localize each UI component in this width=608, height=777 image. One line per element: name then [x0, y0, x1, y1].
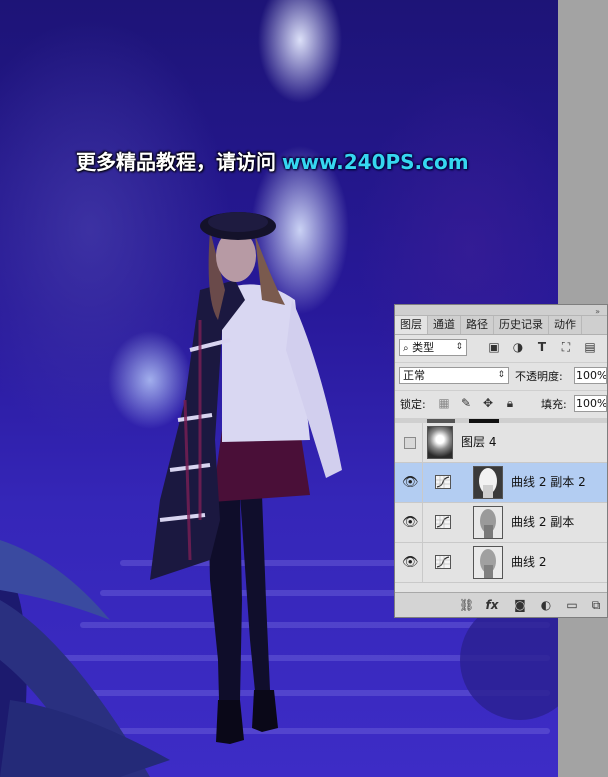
layer-mask-thumbnail[interactable] [473, 466, 503, 499]
layer-row-curves-copy2[interactable]: 👁︎ 曲线 2 副本 2 [395, 463, 607, 503]
lock-all-icon[interactable]: 🔒︎ [503, 396, 517, 410]
hidden-visibility-box [404, 437, 416, 449]
watermark-url: www.240PS.com [282, 150, 469, 174]
lock-row: 锁定: ▦ ✎ ✥ 🔒︎ 填充: 100% [395, 391, 607, 419]
new-layer-icon[interactable]: ⧉ [589, 598, 603, 612]
layer-name[interactable]: 曲线 2 副本 [511, 503, 574, 542]
search-icon: ⌕ [403, 343, 409, 354]
tab-history[interactable]: 历史记录 [494, 316, 549, 334]
fill-label: 填充: [541, 398, 567, 411]
tab-actions[interactable]: 动作 [549, 316, 582, 334]
eye-icon: 👁︎ [402, 555, 419, 570]
panel-tabs: 图层 通道 路径 历史记录 动作 [395, 316, 607, 335]
lock-brush-icon[interactable]: ✎ [459, 396, 473, 410]
shape-filter-icon[interactable]: ⛶ [559, 340, 573, 354]
filter-row: ⌕ 类型 ⇕ ▣ ◑ T ⛶ ▤ [395, 335, 607, 363]
link-icon[interactable]: ⛓ [459, 598, 474, 612]
curves-adjustment-icon [435, 475, 451, 489]
blend-row: 正常 ⇕ 不透明度: 100% [395, 363, 607, 391]
layer-thumbnail [427, 426, 453, 459]
updown-icon: ⇕ [455, 342, 463, 352]
eye-icon: 👁︎ [402, 515, 419, 530]
layer-name[interactable]: 曲线 2 [511, 543, 546, 582]
blend-mode-select[interactable]: 正常 ⇕ [399, 367, 509, 384]
folder-icon[interactable]: ▭ [565, 598, 579, 612]
mask-icon[interactable]: ◙ [513, 598, 527, 612]
adjustment-icon[interactable]: ◐ [539, 598, 553, 612]
layer-mask-thumbnail[interactable] [473, 546, 503, 579]
screenshot: 更多精品教程，请访问 www.240PS.com » 图层 通道 路径 历史记录 … [0, 0, 608, 777]
tab-channels[interactable]: 通道 [428, 316, 461, 334]
layer-row-curves-copy[interactable]: 👁︎ 曲线 2 副本 [395, 503, 607, 543]
lock-move-icon[interactable]: ✥ [481, 396, 495, 410]
layer-name[interactable]: 曲线 2 副本 2 [511, 463, 586, 502]
watermark-text: 更多精品教程，请访问 [76, 150, 276, 174]
lock-transparent-icon[interactable]: ▦ [437, 396, 451, 410]
image-filter-icon[interactable]: ▣ [487, 340, 501, 354]
layer-row-curves2[interactable]: 👁︎ 曲线 2 [395, 543, 607, 583]
visibility-toggle[interactable]: 👁︎ [395, 543, 423, 582]
visibility-toggle[interactable]: 👁︎ [395, 463, 423, 502]
layer-name[interactable]: 图层 4 [461, 423, 496, 462]
layers-panel: » 图层 通道 路径 历史记录 动作 ⌕ 类型 ⇕ ▣ ◑ T ⛶ ▤ 正常 ⇕ [394, 304, 608, 618]
layer-row-layer4[interactable]: 图层 4 [395, 423, 607, 463]
filter-kind-select[interactable]: ⌕ 类型 ⇕ [399, 339, 467, 356]
tab-paths[interactable]: 路径 [461, 316, 494, 334]
fx-icon[interactable]: fx [485, 598, 499, 612]
eye-icon: 👁︎ [402, 475, 419, 490]
visibility-toggle[interactable]: 👁︎ [395, 503, 423, 542]
visibility-toggle[interactable] [395, 423, 423, 462]
layer-mask-thumbnail[interactable] [473, 506, 503, 539]
tab-layers[interactable]: 图层 [395, 316, 428, 334]
smart-object-filter-icon[interactable]: ▤ [583, 340, 597, 354]
panel-title-bar[interactable]: » [395, 305, 607, 316]
curves-adjustment-icon [435, 555, 451, 569]
adjustment-filter-icon[interactable]: ◑ [511, 340, 525, 354]
fill-input[interactable]: 100% [574, 395, 607, 412]
watermark: 更多精品教程，请访问 www.240PS.com [76, 146, 469, 175]
curves-adjustment-icon [435, 515, 451, 529]
collapse-icon[interactable]: » [595, 307, 601, 316]
type-filter-icon[interactable]: T [535, 340, 549, 354]
panel-footer: ⛓ fx ◙ ◐ ▭ ⧉ [395, 592, 607, 617]
filter-kind-label: 类型 [412, 341, 435, 354]
updown-icon: ⇕ [497, 370, 505, 380]
opacity-input[interactable]: 100% [574, 367, 607, 384]
lock-label: 锁定: [400, 398, 426, 411]
opacity-label: 不透明度: [515, 370, 563, 383]
blend-mode-value: 正常 [403, 369, 425, 382]
